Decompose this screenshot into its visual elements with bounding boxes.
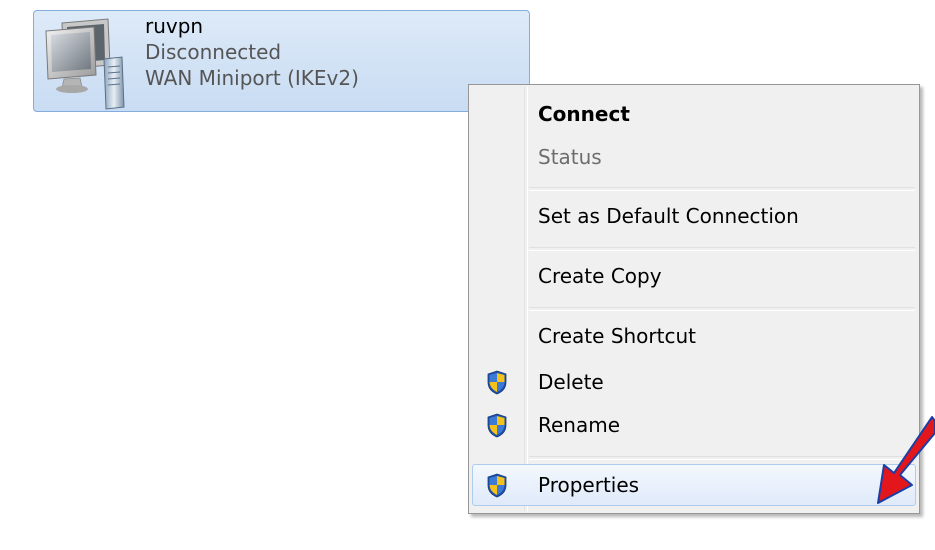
- connection-status: Disconnected: [145, 40, 282, 64]
- menu-label-create-copy: Create Copy: [538, 264, 662, 288]
- menu-item-set-default[interactable]: Set as Default Connection: [472, 195, 916, 237]
- menu-label-rename: Rename: [538, 413, 621, 437]
- desktop-area: ruvpn Disconnected WAN Miniport (IKEv2) …: [0, 0, 935, 550]
- menu-item-delete[interactable]: Delete: [472, 361, 916, 403]
- menu-separator: [529, 456, 915, 460]
- connection-item-ruvpn[interactable]: ruvpn Disconnected WAN Miniport (IKEv2): [33, 10, 530, 112]
- menu-label-status: Status: [538, 145, 602, 169]
- menu-label-set-default: Set as Default Connection: [538, 204, 799, 228]
- connection-details: ruvpn Disconnected WAN Miniport (IKEv2): [145, 13, 359, 91]
- context-menu: Connect Status Set as Default Connection…: [468, 84, 920, 514]
- menu-item-connect[interactable]: Connect: [472, 93, 916, 135]
- menu-label-connect: Connect: [538, 102, 630, 126]
- menu-item-create-shortcut[interactable]: Create Shortcut: [472, 315, 916, 357]
- menu-separator: [529, 247, 915, 251]
- connection-device: WAN Miniport (IKEv2): [145, 66, 359, 90]
- menu-item-status: Status: [472, 136, 916, 178]
- connection-name: ruvpn: [145, 14, 204, 38]
- uac-shield-icon: [487, 413, 507, 438]
- uac-shield-icon: [487, 370, 507, 395]
- menu-separator: [529, 307, 915, 311]
- red-arrow-icon: [877, 416, 935, 504]
- network-computer-icon: [45, 18, 125, 110]
- menu-item-create-copy[interactable]: Create Copy: [472, 255, 916, 297]
- menu-item-rename[interactable]: Rename: [472, 404, 916, 446]
- menu-label-properties: Properties: [538, 473, 640, 497]
- uac-shield-icon: [487, 473, 507, 498]
- menu-label-delete: Delete: [538, 370, 604, 394]
- menu-label-create-shortcut: Create Shortcut: [538, 324, 696, 348]
- menu-separator: [529, 187, 915, 191]
- menu-item-properties[interactable]: Properties: [472, 464, 916, 506]
